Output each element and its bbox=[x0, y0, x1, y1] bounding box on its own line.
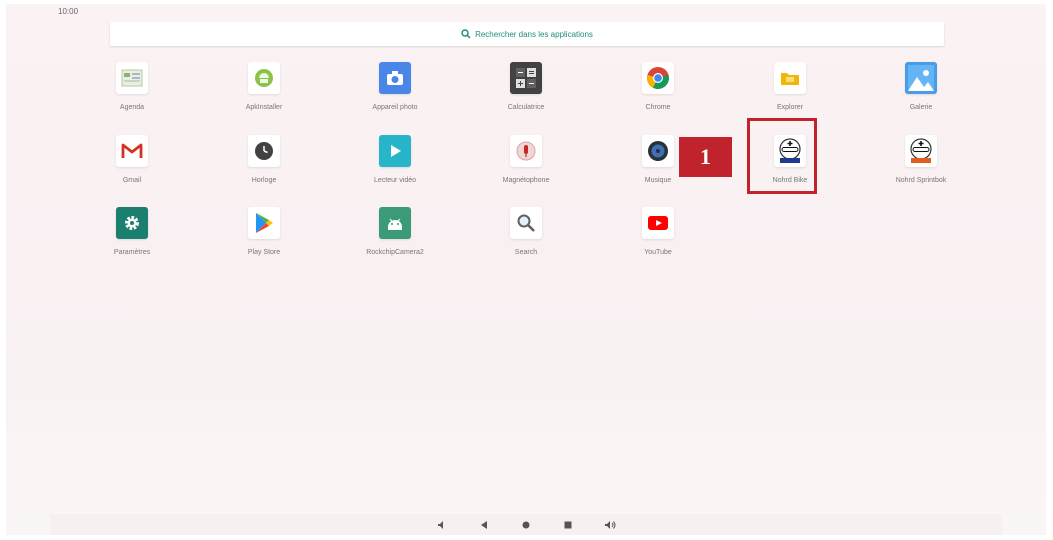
nohrd-sprintbok-icon bbox=[905, 135, 937, 167]
youtube-icon bbox=[642, 207, 674, 239]
search-app-icon bbox=[510, 207, 542, 239]
app-grid: Agenda ApkInstaller Appareil photo Calcu… bbox=[6, 4, 1046, 535]
gallery-icon bbox=[905, 62, 937, 94]
app-label: Nohrd Sprintbok bbox=[895, 177, 947, 184]
app-search[interactable]: Search bbox=[471, 207, 581, 267]
app-video-player[interactable]: Lecteur vidéo bbox=[340, 135, 450, 195]
music-icon bbox=[642, 135, 674, 167]
app-calculator[interactable]: Calculatrice bbox=[471, 62, 581, 122]
app-label: ApkInstaller bbox=[245, 104, 283, 111]
app-label: Musique bbox=[644, 177, 672, 184]
app-nohrd-sprintbok[interactable]: Nohrd Sprintbok bbox=[866, 135, 976, 195]
app-label: Paramètres bbox=[113, 249, 151, 256]
clock-icon bbox=[248, 135, 280, 167]
rockchip-camera-icon bbox=[379, 207, 411, 239]
app-label: Appareil photo bbox=[372, 104, 418, 111]
app-label: Horloge bbox=[251, 177, 277, 184]
settings-icon bbox=[116, 207, 148, 239]
app-label: Lecteur vidéo bbox=[373, 177, 417, 184]
navigation-bar bbox=[50, 514, 1002, 535]
volume-down-icon[interactable] bbox=[436, 519, 448, 531]
app-gmail[interactable]: Gmail bbox=[77, 135, 187, 195]
app-apkinstaller[interactable]: ApkInstaller bbox=[209, 62, 319, 122]
app-play-store[interactable]: Play Store bbox=[209, 207, 319, 267]
app-label: Explorer bbox=[776, 104, 804, 111]
app-label: Play Store bbox=[247, 249, 281, 256]
app-label: Chrome bbox=[645, 104, 671, 111]
volume-up-icon[interactable] bbox=[604, 519, 616, 531]
app-label: Gmail bbox=[122, 177, 142, 184]
app-camera[interactable]: Appareil photo bbox=[340, 62, 450, 122]
app-agenda[interactable]: Agenda bbox=[77, 62, 187, 122]
app-recorder[interactable]: Magnétophone bbox=[471, 135, 581, 195]
app-label: RockchipCamera2 bbox=[366, 249, 424, 256]
app-clock[interactable]: Horloge bbox=[209, 135, 319, 195]
app-label: YouTube bbox=[644, 249, 672, 256]
video-player-icon bbox=[379, 135, 411, 167]
calculator-icon bbox=[510, 62, 542, 94]
app-label: Search bbox=[514, 249, 538, 256]
recorder-icon bbox=[510, 135, 542, 167]
app-label: Agenda bbox=[119, 104, 145, 111]
agenda-icon bbox=[116, 62, 148, 94]
app-settings[interactable]: Paramètres bbox=[77, 207, 187, 267]
chrome-icon bbox=[642, 62, 674, 94]
home-icon[interactable] bbox=[520, 519, 532, 531]
camera-icon bbox=[379, 62, 411, 94]
explorer-icon bbox=[774, 62, 806, 94]
play-store-icon bbox=[248, 207, 280, 239]
app-label: Calculatrice bbox=[507, 104, 545, 111]
app-label: Galerie bbox=[909, 104, 933, 111]
app-gallery[interactable]: Galerie bbox=[866, 62, 976, 122]
callout-number-badge: 1 bbox=[679, 137, 732, 177]
gmail-icon bbox=[116, 135, 148, 167]
app-explorer[interactable]: Explorer bbox=[735, 62, 845, 122]
app-label: Magnétophone bbox=[502, 177, 550, 184]
apkinstaller-icon bbox=[248, 62, 280, 94]
app-chrome[interactable]: Chrome bbox=[603, 62, 713, 122]
back-icon[interactable] bbox=[478, 519, 490, 531]
app-youtube[interactable]: YouTube bbox=[603, 207, 713, 267]
highlight-box-nohrd-bike bbox=[747, 118, 817, 194]
launcher-screen: 10:00 Rechercher dans les applications A… bbox=[6, 4, 1046, 535]
app-rockchip-camera[interactable]: RockchipCamera2 bbox=[340, 207, 450, 267]
recents-icon[interactable] bbox=[562, 519, 574, 531]
